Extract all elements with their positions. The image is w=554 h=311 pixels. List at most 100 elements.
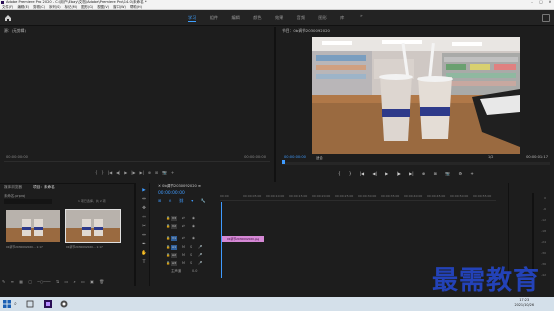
new-bin-icon[interactable]: ▭ [81,279,85,284]
track-name[interactable]: V2 [171,224,177,229]
program-timecode[interactable]: 00:00:00:00 [284,155,306,159]
lock-icon[interactable]: 🔒 [166,244,170,251]
microphone-icon[interactable]: 🎤 [198,244,202,251]
track-name[interactable]: A1 [171,245,177,250]
program-scrub-bar[interactable] [282,162,550,165]
sync-lock-icon[interactable]: ⇄ [182,235,185,242]
program-playhead[interactable] [282,160,285,164]
mark-in-button[interactable]: { [95,170,98,175]
button-editor[interactable]: + [470,171,473,176]
automate-icon[interactable]: ▭ [64,279,68,284]
lock-icon[interactable]: 🔒 [166,215,170,222]
track-name[interactable]: A3 [171,261,177,266]
menu-window[interactable]: 窗口(W) [113,5,126,9]
playback-resolution-select[interactable]: 1/2 [488,155,493,159]
slip-tool-icon[interactable]: ↔ [140,232,148,239]
razor-tool-icon[interactable]: ✂ [140,223,148,230]
tab-graphics[interactable]: 图形 [318,15,326,21]
zoom-slider[interactable]: ─○─── [37,279,50,284]
step-back-button[interactable]: ◀| [116,170,120,175]
home-icon[interactable] [4,14,12,22]
solo-icon[interactable]: S [190,244,192,251]
menu-file[interactable]: 文件(F) [2,5,13,9]
tab-editing[interactable]: 编辑 [231,15,239,21]
lock-icon[interactable]: 🔒 [166,223,170,230]
search-icon[interactable]: ⌕ [74,279,76,284]
lift-button[interactable]: ⊕ [422,171,425,176]
freeform-view-icon[interactable]: ▢ [28,279,32,284]
export-frame-button[interactable]: 📷 [445,171,450,176]
play-button[interactable]: ▶ [385,171,388,176]
tab-project[interactable]: 项目：未命名 [33,185,55,189]
mute-icon[interactable]: M [182,260,185,267]
step-forward-button[interactable]: |▶ [131,170,135,175]
premiere-pro-taskbar-icon[interactable] [44,300,52,308]
go-to-in-button[interactable]: |◀ [108,170,112,175]
sync-lock-icon[interactable]: ⇄ [182,215,185,222]
rolling-edit-tool-icon[interactable]: ⇿ [140,214,148,221]
solo-icon[interactable]: S [190,252,192,259]
hand-tool-icon[interactable]: ✋ [140,250,148,257]
menu-sequence[interactable]: 序列(S) [49,5,61,9]
settings-button[interactable]: ⚙ [458,171,462,176]
source-scrub-bar[interactable] [4,161,270,169]
step-back-button[interactable]: ◀| [372,171,376,176]
go-to-out-button[interactable]: ▶| [409,171,413,176]
menu-view[interactable]: 视图(V) [97,5,109,9]
task-view-icon[interactable] [26,300,34,308]
pen-tool-icon[interactable]: ✒ [140,241,148,248]
microphone-icon[interactable]: 🎤 [198,252,202,259]
tab-libraries[interactable]: 库 [340,15,344,21]
tab-learning[interactable]: 学习 [188,15,197,22]
overwrite-button[interactable]: ⊞ [155,170,158,175]
sync-lock-icon[interactable]: ⇄ [182,223,185,230]
mute-icon[interactable]: M [182,244,185,251]
tab-assembly[interactable]: 组件 [210,15,218,21]
tab-audio[interactable]: 音频 [297,15,305,21]
taskbar-clock[interactable]: 17:23 2021/10/26 [514,298,534,308]
timeline-sequence-tab[interactable]: ✕ 0b调节2030092020 ≡ [158,184,201,189]
export-frame-button[interactable]: 📷 [162,170,167,175]
eye-icon[interactable]: ◉ [192,215,195,222]
tab-effects[interactable]: 效果 [275,15,283,21]
sort-icon[interactable]: ⇅ [56,279,59,284]
selection-tool-icon[interactable]: ▶ [140,187,148,194]
extract-button[interactable]: ⊞ [434,171,437,176]
menu-graphics[interactable]: 图形(G) [81,5,93,9]
lock-icon[interactable]: 🔒 [166,235,170,242]
track-select-tool-icon[interactable]: ⇔ [140,196,148,203]
list-view-icon[interactable]: ≡ [11,279,14,284]
go-to-in-button[interactable]: |◀ [360,171,364,176]
source-timecode-in[interactable]: 00:00:00:00 [6,155,28,159]
go-to-out-button[interactable]: ▶| [139,170,143,175]
mark-out-button[interactable]: } [101,170,104,175]
timeline-timecode[interactable]: 00:00:00:00 [158,191,185,196]
icon-view-icon[interactable]: ▦ [19,279,23,284]
new-item-icon[interactable]: ▣ [90,279,94,284]
solo-icon[interactable]: S [190,260,192,267]
nest-icon[interactable]: ⊞ [158,198,161,203]
lock-icon[interactable]: 🔒 [166,260,170,267]
track-name[interactable]: V3 [171,216,177,221]
tab-media-browser[interactable]: 媒体浏览器 [4,185,22,189]
timeline-ruler[interactable]: 00:00 00:00:05:00 00:00:10:00 00:00:15:0… [220,193,496,201]
workspace-more-button[interactable]: » [360,14,363,19]
step-forward-button[interactable]: |▶ [396,171,400,176]
snap-icon[interactable]: ∩ [169,198,172,203]
lock-icon[interactable]: 🔒 [166,252,170,259]
track-name[interactable]: A2 [171,253,177,258]
insert-button[interactable]: ⊕ [148,170,151,175]
eye-icon[interactable]: ◉ [192,235,195,242]
taskbar-search-icon[interactable]: ⌕ [14,301,17,307]
type-tool-icon[interactable]: T [140,259,148,266]
program-monitor-title[interactable]: 节目：0b调节2030092020 [278,27,554,35]
menu-clip[interactable]: 剪辑(C) [33,5,45,9]
mark-in-button[interactable]: { [338,171,341,176]
linked-selection-icon[interactable]: ⛓ [179,198,184,203]
track-name[interactable]: V1 [171,236,177,241]
timeline-clip[interactable]: 0b调节2030092020.jpg [222,236,264,242]
trash-icon[interactable]: 🗑 [99,279,104,284]
menu-help[interactable]: 帮助(H) [130,5,142,9]
zoom-fit-select[interactable]: 适合 [316,155,323,160]
windows-start-icon[interactable] [3,300,11,308]
